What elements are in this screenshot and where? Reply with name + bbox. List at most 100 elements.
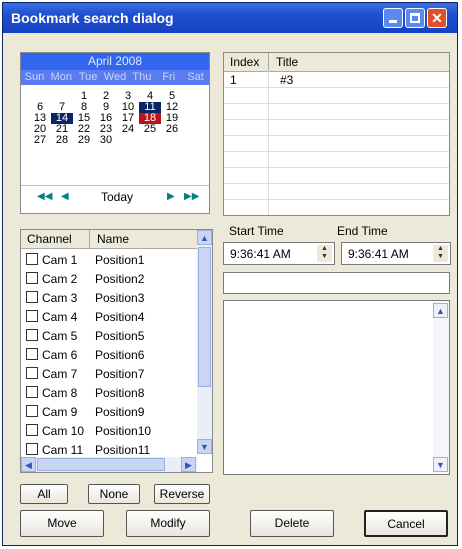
name-column-header[interactable]: Name [97, 232, 129, 246]
calendar-navigation: ◀◀ ◀ Today ▶ ▶▶ [21, 185, 209, 206]
spin-down-icon[interactable]: ▼ [433, 253, 448, 261]
start-time-label: Start Time [229, 224, 284, 238]
channel-checkbox[interactable] [26, 253, 38, 265]
channel-checkbox[interactable] [26, 348, 38, 360]
channel-name: Position7 [95, 367, 145, 381]
list-item[interactable]: Cam 1 Position1 [21, 250, 197, 269]
list-item[interactable]: Cam 7 Position7 [21, 364, 197, 383]
start-time-value: 9:36:41 AM [230, 247, 291, 261]
channel-name: Position3 [95, 291, 145, 305]
end-time-spinner[interactable]: ▲ ▼ [433, 245, 448, 262]
move-button[interactable]: Move [20, 510, 104, 537]
scroll-down-icon[interactable]: ▼ [197, 439, 212, 454]
channel-list[interactable]: Channel Name Cam 1 Position1 Cam 2 Position… [20, 229, 213, 473]
channel-checkbox[interactable] [26, 443, 38, 455]
list-item[interactable]: Cam 8 Position8 [21, 383, 197, 402]
first-month-icon[interactable]: ◀◀ [37, 191, 52, 202]
start-time-spinner[interactable]: ▲ ▼ [317, 245, 332, 262]
channel-label: Cam 1 [42, 253, 78, 267]
channel-checkbox[interactable] [26, 272, 38, 284]
channel-label: Cam 2 [42, 272, 78, 286]
column-divider [89, 230, 90, 248]
index-column-header[interactable]: Index [230, 55, 259, 69]
channel-checkbox[interactable] [26, 424, 38, 436]
channel-label: Cam 11 [42, 443, 84, 457]
list-item[interactable]: Cam 4 Position4 [21, 307, 197, 326]
notes-scrollbar[interactable]: ▲ ▼ [433, 301, 449, 474]
list-item[interactable]: Cam 9 Position9 [21, 402, 197, 421]
list-item[interactable]: Cam 5 Position5 [21, 326, 197, 345]
channel-name: Position9 [95, 405, 145, 419]
scroll-down-icon[interactable]: ▼ [433, 457, 448, 472]
scroll-up-icon[interactable]: ▲ [433, 303, 448, 318]
previous-month-icon[interactable]: ◀ [61, 191, 69, 202]
list-item[interactable]: Cam 3 Position3 [21, 288, 197, 307]
select-none-button[interactable]: None [88, 484, 140, 504]
channel-label: Cam 4 [42, 310, 78, 324]
list-item[interactable]: Cam 10 Position10 [21, 421, 197, 440]
bookmark-list[interactable]: Index Title 1 #3 [223, 52, 450, 216]
calendar-day [117, 135, 139, 146]
calendar-day-grid: 1 2 3 4 5 6 7 8 9 10 11 12 13 14 15 16 17 18 19 20 21 22 23 24 2… [29, 91, 201, 146]
day-name: Wed [103, 71, 127, 83]
bookmark-title-input[interactable] [223, 272, 450, 294]
end-time-picker[interactable]: 9:36:41 AM ▲ ▼ [341, 242, 451, 265]
calendar-day[interactable]: 30 [95, 135, 117, 146]
spin-up-icon[interactable]: ▲ [433, 245, 448, 253]
list-item[interactable]: Cam 6 Position6 [21, 345, 197, 364]
channel-checkbox[interactable] [26, 291, 38, 303]
channel-label: Cam 9 [42, 405, 78, 419]
bookmark-notes-textarea[interactable]: ▲ ▼ [223, 300, 450, 475]
channel-list-header: Channel Name [21, 230, 197, 249]
reverse-selection-button[interactable]: Reverse [154, 484, 210, 504]
channel-label: Cam 5 [42, 329, 78, 343]
calendar-day[interactable]: 28 [51, 135, 73, 146]
scroll-right-icon[interactable]: ▶ [181, 457, 196, 472]
title-column-header[interactable]: Title [276, 55, 298, 69]
table-row[interactable]: 1 #3 [224, 72, 449, 88]
end-time-value: 9:36:41 AM [348, 247, 409, 261]
calendar-day[interactable]: 29 [73, 135, 95, 146]
vertical-scrollbar[interactable]: ▲ ▼ [197, 230, 212, 454]
maximize-button[interactable] [405, 8, 425, 28]
channel-checkbox[interactable] [26, 329, 38, 341]
channel-name: Position6 [95, 348, 145, 362]
channel-label: Cam 6 [42, 348, 78, 362]
calendar-day[interactable]: 26 [161, 124, 183, 135]
delete-button[interactable]: Delete [250, 510, 334, 537]
window-title: Bookmark search dialog [11, 10, 174, 26]
calendar-day[interactable]: 24 [117, 124, 139, 135]
start-time-picker[interactable]: 9:36:41 AM ▲ ▼ [223, 242, 335, 265]
row-gridline [224, 167, 449, 168]
select-all-button[interactable]: All [20, 484, 68, 504]
channel-name: Position11 [95, 443, 151, 457]
vertical-scroll-thumb[interactable] [198, 247, 211, 387]
minimize-button[interactable] [383, 8, 403, 28]
last-month-icon[interactable]: ▶▶ [184, 191, 199, 202]
calendar-day[interactable]: 27 [29, 135, 51, 146]
calendar-day[interactable]: 25 [139, 124, 161, 135]
close-button[interactable]: ✕ [427, 8, 447, 28]
modify-button[interactable]: Modify [126, 510, 210, 537]
channel-checkbox[interactable] [26, 386, 38, 398]
next-month-icon[interactable]: ▶ [167, 191, 175, 202]
calendar-month-label[interactable]: April 2008 [21, 53, 209, 70]
spin-up-icon[interactable]: ▲ [317, 245, 332, 253]
channel-checkbox[interactable] [26, 367, 38, 379]
channel-checkbox[interactable] [26, 310, 38, 322]
channel-checkbox[interactable] [26, 405, 38, 417]
column-gridline [268, 71, 269, 215]
channel-column-header[interactable]: Channel [27, 232, 72, 246]
list-item[interactable]: Cam 2 Position2 [21, 269, 197, 288]
scroll-left-icon[interactable]: ◀ [21, 457, 36, 472]
bookmark-index: 1 [230, 73, 237, 87]
horizontal-scrollbar[interactable]: ◀ ▶ [21, 457, 197, 472]
day-name: Thu [132, 71, 152, 83]
spin-down-icon[interactable]: ▼ [317, 253, 332, 261]
day-name: Fri [162, 71, 176, 83]
cancel-button[interactable]: Cancel [364, 510, 448, 537]
scroll-up-icon[interactable]: ▲ [197, 230, 212, 245]
calendar-day [139, 135, 161, 146]
horizontal-scroll-thumb[interactable] [37, 458, 165, 471]
today-button[interactable]: Today [101, 190, 133, 204]
